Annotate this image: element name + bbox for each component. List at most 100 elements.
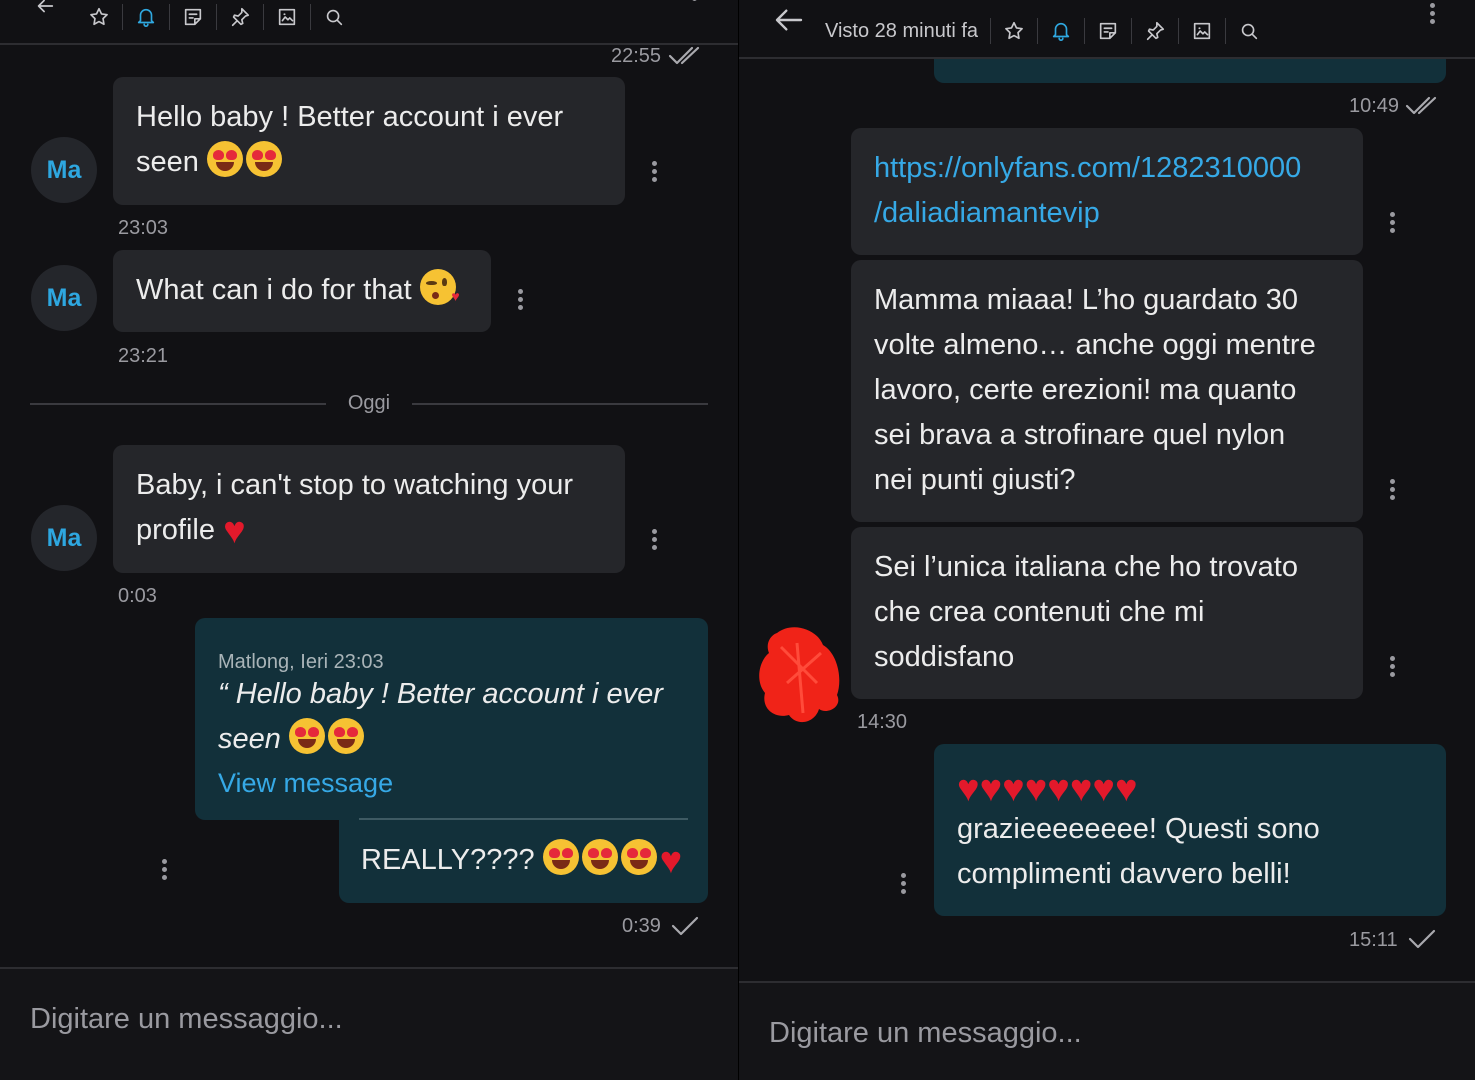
right-chat-panel: Visto 28 minuti fa 10:49 https://onlyfan… [738,0,1475,1080]
incoming-message[interactable]: Hello baby ! Better account i ever seen [113,77,625,205]
date-divider-line [30,403,326,405]
last-seen-status: Visto 28 minuti fa [825,19,979,42]
message-menu-icon[interactable] [1390,212,1396,236]
message-menu-icon[interactable] [1390,656,1396,680]
pin-icon[interactable] [221,0,259,34]
message-time: 15:11 [1349,929,1398,951]
quote-text: “ Hello baby ! Better account i ever see… [218,678,663,755]
heart-eyes-emoji [581,839,618,875]
message-time: 14:30 [857,711,908,733]
message-menu-icon[interactable] [1390,479,1396,503]
message-input-bar[interactable]: Digitare un messaggio... [739,981,1475,1080]
message-line: che crea contenuti che mi [874,596,1205,628]
heart-eyes-emoji [288,718,325,754]
more-icon[interactable] [692,0,698,4]
heart-eyes-emoji [620,839,657,875]
heart-eyes-emoji [327,718,364,754]
date-divider-label: Oggi [347,392,391,414]
heart-emoji: ♥ [957,768,980,810]
message-time: 0:39 [622,915,661,937]
avatar[interactable]: Ma [31,505,97,571]
heart-emoji: ♥ [1002,768,1025,810]
message-input-bar[interactable]: Digitare un messaggio... [0,967,738,1080]
image-icon[interactable] [268,0,306,34]
star-icon[interactable] [80,0,118,34]
hearts-row: ♥♥♥♥♥♥♥♥ [957,766,1138,811]
heart-eyes-emoji [245,141,282,177]
message-time: 23:21 [118,345,169,367]
left-toolbar [30,0,738,34]
message-text-row: REALLY???? ♥ [361,839,683,882]
heart-emoji: ♥ [1092,768,1115,810]
star-icon[interactable] [995,14,1033,48]
check-icon [1407,928,1437,955]
check-icon [670,915,700,942]
message-line: lavoro, certe erezioni! ma quanto [874,374,1297,406]
message-text: Hello baby ! Better account i ever [136,101,564,133]
message-text: What can i do for that [136,274,412,306]
message-line: sei brava a strofinare quel nylon [874,419,1286,451]
heart-eyes-emoji [542,839,579,875]
right-toolbar: Visto 28 minuti fa [769,9,1475,48]
message-input[interactable]: Digitare un messaggio... [769,1017,1082,1050]
double-check-icon [1405,95,1441,122]
profile-link-line2[interactable]: /daliadiamantevip [874,191,1340,236]
heart-eyes-emoji [206,141,243,177]
view-message-link[interactable]: View message [218,761,393,806]
message-text-line2: profile ♥ [136,510,246,552]
pin-icon[interactable] [1136,14,1174,48]
double-check-icon [668,45,704,72]
message-text: Baby, i can't stop to watching your [136,469,574,501]
message-line: volte almeno… anche oggi mentre [874,329,1316,361]
incoming-message[interactable]: Baby, i can't stop to watching your prof… [113,445,625,573]
bell-icon[interactable] [1042,14,1080,48]
heart-emoji: ♥ [223,510,246,552]
back-arrow-icon[interactable] [30,0,60,34]
kiss-emoji: ♥ [419,269,460,305]
search-icon[interactable] [315,0,353,34]
more-icon[interactable] [1430,3,1436,27]
incoming-message[interactable]: Mamma miaaa! L’ho guardato 30 volte alme… [851,260,1363,522]
message-line: soddisfano [874,641,1015,673]
heart-emoji: ♥ [1114,768,1138,810]
message-time: 0:03 [118,585,157,607]
message-line: nei punti giusti? [874,464,1076,496]
incoming-message[interactable]: Sei l’unica italiana che ho trovato che … [851,527,1363,699]
incoming-message[interactable]: https://onlyfans.com/1282310000 /daliadi… [851,128,1363,255]
heart-emoji: ♥ [979,768,1003,810]
redacted-avatar [757,623,847,732]
heart-emoji: ♥ [1047,768,1070,810]
left-chat-panel: 22:55 Ma Hello baby ! Better account i e… [0,0,738,1080]
message-time: 23:03 [118,217,169,239]
message-time: 10:49 [1349,95,1400,117]
avatar[interactable]: Ma [31,265,97,331]
message-text-line2: seen [136,140,602,185]
message-time: 22:55 [611,45,662,67]
incoming-message[interactable]: What can i do for that ♥ [113,250,491,332]
profile-link[interactable]: https://onlyfans.com/1282310000 [874,146,1340,191]
heart-emoji: ♥ [1024,768,1048,810]
message-menu-icon[interactable] [652,529,658,553]
message-line: Mamma miaaa! L’ho guardato 30 [874,284,1298,316]
outgoing-reply-quote[interactable]: Matlong, Ieri 23:03 “ Hello baby ! Bette… [195,618,708,820]
back-arrow-icon[interactable] [769,9,809,48]
search-icon[interactable] [1230,14,1268,48]
outgoing-message[interactable] [934,59,1446,83]
message-line: Sei l’unica italiana che ho trovato [874,551,1298,583]
image-icon[interactable] [1183,14,1221,48]
note-icon[interactable] [1089,14,1127,48]
avatar[interactable]: Ma [31,137,97,203]
outgoing-message[interactable]: ♥♥♥♥♥♥♥♥ grazieeeeeeee! Questi sono comp… [934,744,1446,916]
message-input[interactable]: Digitare un messaggio... [30,1003,343,1036]
note-icon[interactable] [174,0,212,34]
message-menu-icon[interactable] [518,289,524,313]
outgoing-message[interactable]: REALLY???? ♥ [339,818,708,903]
message-menu-icon[interactable] [162,859,168,883]
message-menu-icon[interactable] [652,161,658,185]
date-divider-line [412,403,708,405]
message-text: grazieeeeeeee! Questi sono complimenti d… [957,813,1320,890]
heart-emoji: ♥ [1069,768,1093,810]
heart-emoji: ♥ [659,840,683,882]
message-menu-icon[interactable] [901,873,907,897]
bell-icon[interactable] [127,0,165,34]
